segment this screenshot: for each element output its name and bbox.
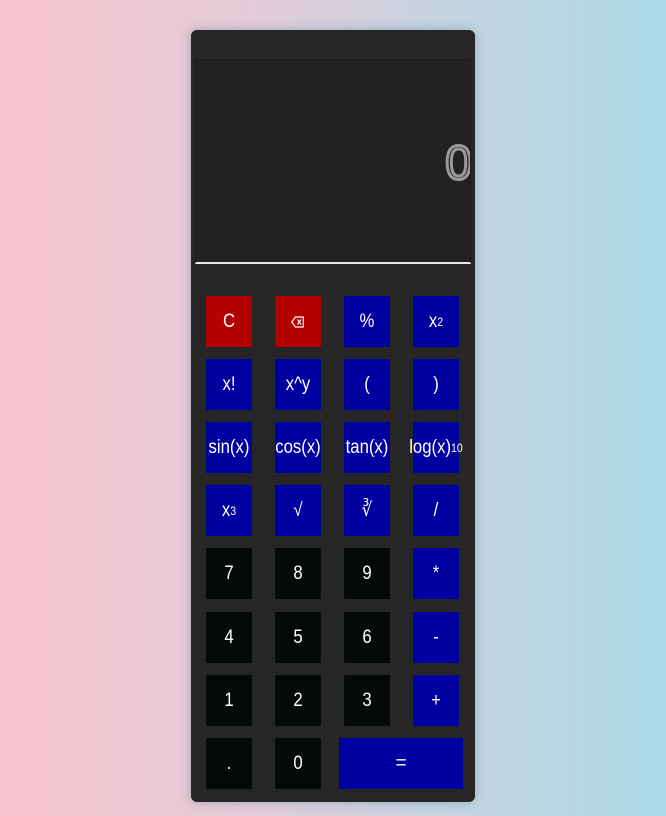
log-button[interactable]: log(x) 10 [409, 422, 463, 473]
cube-button[interactable]: x3 [206, 485, 252, 536]
digit-4-button[interactable]: 4 [206, 612, 252, 663]
decimal-button[interactable]: . [206, 738, 252, 789]
equals-button[interactable]: = [339, 738, 463, 789]
close-paren-button[interactable]: ) [413, 359, 459, 410]
backspace-icon [291, 315, 304, 328]
display-value: 0 [444, 136, 471, 191]
digit-8-button[interactable]: 8 [275, 548, 321, 599]
calculator: 0 C % x2 x! x^y ( ) sin(x) cos(x) tan(x)… [191, 30, 475, 802]
sin-button[interactable]: sin(x) [206, 422, 252, 473]
digit-6-button[interactable]: 6 [344, 612, 390, 663]
factorial-button[interactable]: x! [206, 359, 252, 410]
clear-button[interactable]: C [206, 296, 252, 347]
add-button[interactable]: + [413, 675, 459, 726]
display-screen: 0 [195, 59, 471, 264]
backspace-button[interactable] [275, 296, 321, 347]
digit-0-button[interactable]: 0 [275, 738, 321, 789]
digit-3-button[interactable]: 3 [344, 675, 390, 726]
digit-2-button[interactable]: 2 [275, 675, 321, 726]
open-paren-button[interactable]: ( [344, 359, 390, 410]
cube-base: x [221, 499, 231, 521]
digit-7-button[interactable]: 7 [206, 548, 252, 599]
percent-button[interactable]: % [344, 296, 390, 347]
square-button[interactable]: x2 [413, 296, 459, 347]
log-main: log(x) [409, 436, 452, 458]
sqrt-button[interactable]: √ [275, 485, 321, 536]
cbrt-button[interactable]: ∛ [344, 485, 390, 536]
divide-button[interactable]: / [413, 485, 459, 536]
cos-button[interactable]: cos(x) [275, 422, 321, 473]
subtract-button[interactable]: - [413, 612, 459, 663]
power-button[interactable]: x^y [275, 359, 321, 410]
square-base: x [428, 310, 438, 332]
digit-9-button[interactable]: 9 [344, 548, 390, 599]
digit-5-button[interactable]: 5 [275, 612, 321, 663]
multiply-button[interactable]: * [413, 548, 459, 599]
digit-1-button[interactable]: 1 [206, 675, 252, 726]
tan-button[interactable]: tan(x) [344, 422, 390, 473]
